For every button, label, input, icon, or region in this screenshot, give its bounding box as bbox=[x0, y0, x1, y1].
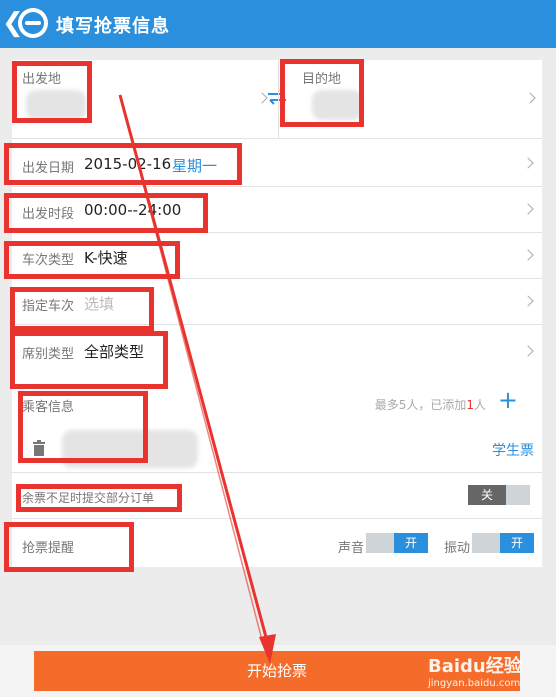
vibrate-toggle[interactable]: 开 bbox=[472, 533, 534, 553]
annotation-box bbox=[18, 391, 148, 463]
annotation-box bbox=[4, 241, 180, 279]
chevron-right-icon bbox=[522, 203, 534, 215]
student-ticket-link[interactable]: 学生票 bbox=[492, 440, 534, 460]
annotation-box bbox=[4, 143, 242, 185]
annotation-box bbox=[10, 331, 168, 389]
chevron-right-icon bbox=[522, 157, 534, 169]
annotation-box bbox=[4, 193, 208, 233]
page-title: 填写抢票信息 bbox=[56, 16, 170, 37]
annotation-box bbox=[4, 522, 134, 572]
sound-label: 声音 bbox=[338, 541, 365, 556]
chevron-right-icon bbox=[522, 345, 534, 357]
chevron-right-icon bbox=[522, 295, 534, 307]
sound-toggle[interactable]: 开 bbox=[366, 533, 428, 553]
app-header: ❮ 填写抢票信息 bbox=[0, 0, 556, 48]
chevron-right-icon bbox=[522, 249, 534, 261]
passenger-hint: 最多5人，已添加1人 bbox=[374, 398, 486, 412]
annotation-box bbox=[12, 61, 92, 123]
baidu-watermark: Baidu经验 jingyan.baidu.com bbox=[428, 656, 522, 689]
chevron-right-icon bbox=[524, 92, 536, 104]
app-logo-icon bbox=[18, 8, 48, 38]
partial-order-toggle[interactable]: 关 bbox=[468, 485, 530, 505]
vibrate-label: 振动 bbox=[444, 541, 471, 556]
annotation-box bbox=[16, 484, 182, 512]
annotation-box bbox=[280, 59, 364, 127]
add-passenger-icon[interactable]: + bbox=[498, 388, 518, 412]
annotation-box bbox=[10, 287, 154, 331]
